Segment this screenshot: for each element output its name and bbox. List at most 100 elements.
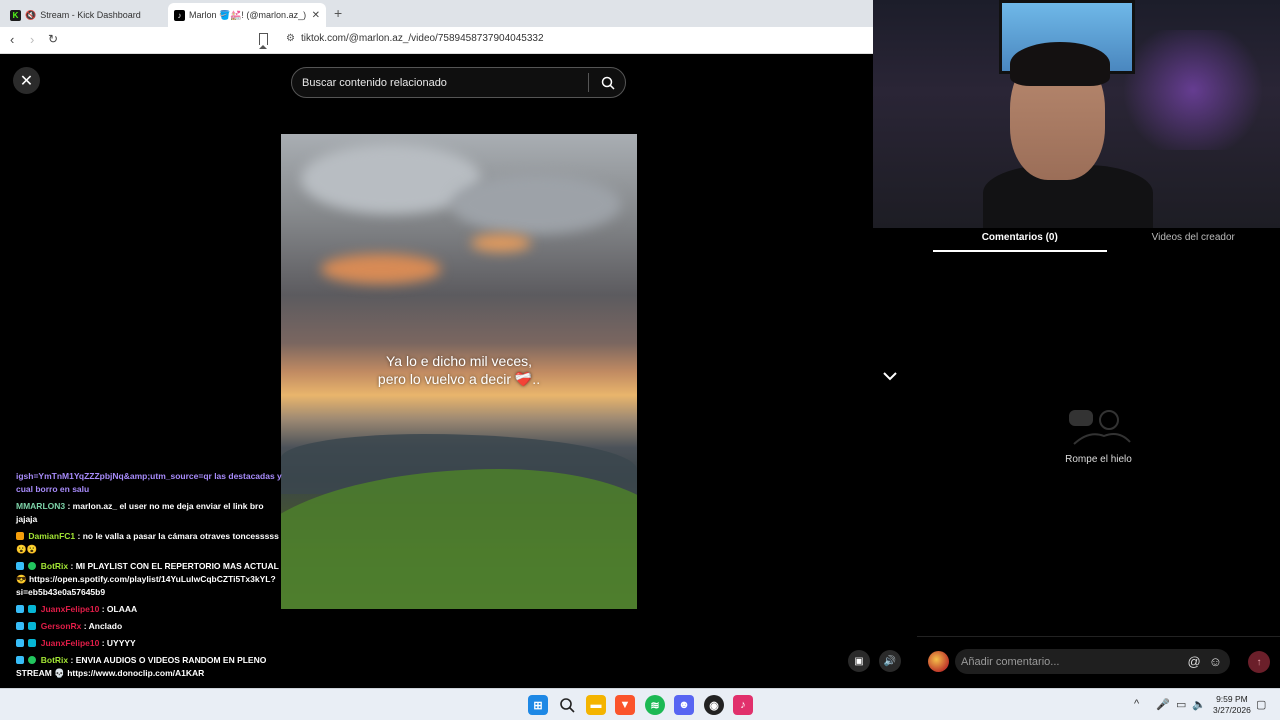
related-search-bar[interactable]: Buscar contenido relacionado <box>291 67 626 98</box>
video-player[interactable]: Ya lo e dicho mil veces, pero lo vuelvo … <box>281 134 637 609</box>
search-divider <box>588 73 589 92</box>
tab-title: Marlon 🪣💒! (@marlon.az_) | T <box>189 9 308 20</box>
chat-message: BotRix : MI PLAYLIST CON EL REPERTORIO M… <box>16 560 286 599</box>
reload-icon[interactable]: ↻ <box>48 32 58 46</box>
new-tab-icon[interactable]: + <box>334 5 342 21</box>
chat-message: JuanxFelipe10 : OLAAA <box>16 603 286 616</box>
chat-message: MMARLON3 : marlon.az_ el user no me deja… <box>16 500 286 526</box>
tray-overflow-icon[interactable]: ^ <box>1134 698 1139 710</box>
brave-browser-icon[interactable]: ▼ <box>615 695 635 715</box>
cloud-shape <box>471 234 531 252</box>
notifications-icon[interactable]: ▢ <box>1256 698 1266 711</box>
browser-tab-strip: K 🔇 Stream - Kick Dashboard ♪ Marlon 🪣💒!… <box>0 0 873 27</box>
green-hillside <box>281 469 637 609</box>
microphone-icon[interactable]: 🎤 <box>1156 698 1170 711</box>
volume-icon[interactable]: 🔊 <box>879 650 901 672</box>
comments-panel: Comentarios (0) Videos del creador Rompe… <box>917 228 1280 688</box>
empty-comments-icon <box>1068 410 1131 445</box>
caption-line: pero lo vuelvo a decir ❤️‍🩹.. <box>377 371 541 387</box>
verified-badge-icon <box>28 562 37 570</box>
comments-tabs: Comentarios (0) Videos del creador <box>933 228 1280 252</box>
tab-title: Stream - Kick Dashboard <box>40 10 141 20</box>
chat-message: DamianFC1 : no le valla a pasar la cámar… <box>16 530 286 556</box>
video-caption: Ya lo e dicho mil veces, pero lo vuelvo … <box>281 352 637 388</box>
webcam-overlay <box>873 0 1280 228</box>
tiktok-live-icon[interactable]: ♪ <box>733 695 753 715</box>
stream-chat-overlay: igsh=YmTnM1YqZZZpbjNq&amp;utm_source=qr … <box>16 470 286 684</box>
discord-icon[interactable]: ☻ <box>674 695 694 715</box>
search-icon[interactable] <box>557 695 577 715</box>
bookmark-icon[interactable] <box>259 33 268 49</box>
cloud-shape <box>321 254 441 284</box>
chat-text: : OLAAA <box>101 604 138 614</box>
back-icon[interactable]: ‹ <box>10 32 14 47</box>
pip-icon[interactable]: ▣ <box>848 650 870 672</box>
bot-badge-icon <box>16 562 24 570</box>
bot-badge-icon <box>16 656 24 664</box>
cloud-shape <box>451 174 621 234</box>
network-icon[interactable]: ▭ <box>1176 698 1186 711</box>
sub-badge-icon <box>28 605 37 613</box>
obs-icon[interactable]: ◉ <box>704 695 724 715</box>
crown-badge-icon <box>16 532 24 540</box>
bot-badge-icon <box>16 605 24 613</box>
chat-message: GersonRx : Anclado <box>16 620 286 633</box>
tiktok-favicon-icon: ♪ <box>174 9 185 21</box>
muted-speaker-icon[interactable]: 🔇 <box>25 10 36 21</box>
caption-line: Ya lo e dicho mil veces, <box>385 353 533 369</box>
tab-tiktok-video[interactable]: ♪ Marlon 🪣💒! (@marlon.az_) | T ✕ <box>168 3 326 27</box>
chat-username[interactable]: DamianFC1 <box>28 531 75 541</box>
empty-comments-state: Rompe el hielo <box>917 406 1280 465</box>
sub-badge-icon <box>28 639 37 647</box>
chat-username[interactable]: BotRix <box>41 655 68 665</box>
system-clock[interactable]: 9:59 PM 3/27/2026 <box>1213 694 1251 716</box>
bot-badge-icon <box>16 639 24 647</box>
chat-message: igsh=YmTnM1YqZZZpbjNq&amp;utm_source=qr … <box>16 470 286 496</box>
empty-comments-text: Rompe el hielo <box>1065 454 1132 465</box>
tab-creator-videos[interactable]: Videos del creador <box>1107 228 1280 252</box>
windows-taskbar: ⊞ ▬ ▼ ≋ ☻ ◉ ♪ ^ 🎤 ▭ 🔈 9:59 PM 3/27/2026 … <box>0 688 1280 720</box>
avatar <box>928 651 949 672</box>
chat-text: : Anclado <box>83 621 123 631</box>
chat-username[interactable]: MMARLON3 <box>16 501 65 511</box>
comment-placeholder: Añadir comentario... <box>961 655 1060 668</box>
forward-icon[interactable]: › <box>30 32 34 47</box>
chat-username[interactable]: JuanxFelipe10 <box>41 638 100 648</box>
sub-badge-icon <box>28 622 37 630</box>
comment-input[interactable]: Añadir comentario... @ ☺ <box>955 649 1230 674</box>
speaker-icon[interactable]: 🔈 <box>1192 698 1206 711</box>
next-video-chevron-icon[interactable] <box>880 366 900 386</box>
chat-message: BotRix : ENVIA AUDIOS O VIDEOS RANDOM EN… <box>16 654 286 680</box>
bot-badge-icon <box>16 622 24 630</box>
address-bar-row: ‹ › ↻ ⚙ tiktok.com/@marlon.az_/video/758… <box>0 27 873 54</box>
close-video-button[interactable]: ✕ <box>13 67 40 94</box>
search-input[interactable]: Buscar contenido relacionado <box>302 77 588 89</box>
url-text: tiktok.com/@marlon.az_/video/75894587379… <box>300 33 544 44</box>
kick-favicon-icon: K <box>10 9 21 21</box>
streamer-hair <box>1010 42 1110 86</box>
site-info-icon[interactable]: ⚙ <box>286 33 295 44</box>
file-explorer-icon[interactable]: ▬ <box>586 695 606 715</box>
clock-date: 3/27/2026 <box>1213 705 1251 715</box>
tab-comments[interactable]: Comentarios (0) <box>933 228 1107 252</box>
clock-time: 9:59 PM <box>1216 694 1248 704</box>
purple-light <box>1113 30 1273 150</box>
chat-username[interactable]: BotRix <box>41 561 68 571</box>
close-tab-icon[interactable]: ✕ <box>312 10 320 21</box>
verified-badge-icon <box>28 656 37 664</box>
tab-kick-dashboard[interactable]: K 🔇 Stream - Kick Dashboard <box>4 3 166 27</box>
spotify-icon[interactable]: ≋ <box>645 695 665 715</box>
comment-composer: Añadir comentario... @ ☺ ↑ <box>917 636 1280 688</box>
url-field[interactable]: ⚙ tiktok.com/@marlon.az_/video/758945873… <box>286 33 544 44</box>
start-icon[interactable]: ⊞ <box>528 695 548 715</box>
chat-text: igsh=YmTnM1YqZZZpbjNq&amp;utm_source=qr … <box>16 471 282 494</box>
chat-message: JuanxFelipe10 : UYYYY <box>16 637 286 650</box>
search-icon[interactable] <box>597 72 619 94</box>
send-comment-button[interactable]: ↑ <box>1248 651 1270 673</box>
chat-text: : UYYYY <box>101 638 136 648</box>
screen: K 🔇 Stream - Kick Dashboard ♪ Marlon 🪣💒!… <box>0 0 1280 720</box>
emoji-icon[interactable]: ☺ <box>1209 654 1222 669</box>
chat-username[interactable]: GersonRx <box>41 621 82 631</box>
mention-icon[interactable]: @ <box>1188 654 1201 669</box>
chat-username[interactable]: JuanxFelipe10 <box>41 604 100 614</box>
